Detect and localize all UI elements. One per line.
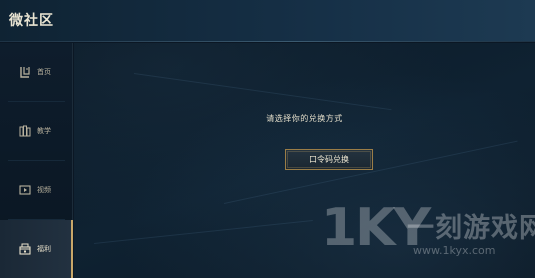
main-panel: 请选择你的兑换方式 口令码兑换 1KY 一刻游戏网 www.1kyx.com	[74, 43, 535, 278]
book-icon	[19, 125, 31, 137]
sidebar-item-label: 视频	[37, 186, 51, 194]
code-redeem-button[interactable]: 口令码兑换	[285, 149, 373, 170]
background-streak	[93, 220, 313, 244]
sidebar-item-label: 福利	[37, 245, 51, 253]
video-icon	[19, 185, 31, 195]
watermark-site-name: 一刻游戏网	[407, 213, 535, 244]
sidebar: 首页 教学 视频 福利	[0, 43, 73, 278]
sidebar-item-video[interactable]: 视频	[0, 161, 73, 219]
code-redeem-button-label: 口令码兑换	[309, 155, 349, 164]
redeem-prompt: 请选择你的兑换方式	[266, 114, 343, 123]
sidebar-item-tutorial[interactable]: 教学	[0, 102, 73, 160]
title-bar: 微社区	[0, 0, 535, 42]
background-streak	[133, 73, 392, 111]
watermark-url: www.1kyx.com	[413, 244, 496, 257]
gift-icon	[19, 243, 31, 255]
home-icon	[20, 67, 30, 78]
sidebar-item-home[interactable]: 首页	[0, 43, 73, 101]
sidebar-item-label: 首页	[37, 68, 51, 76]
app-title: 微社区	[9, 13, 54, 29]
sidebar-item-label: 教学	[37, 127, 51, 135]
watermark: 1KY 一刻游戏网 www.1kyx.com	[321, 198, 535, 272]
sidebar-item-welfare[interactable]: 福利	[0, 220, 73, 278]
